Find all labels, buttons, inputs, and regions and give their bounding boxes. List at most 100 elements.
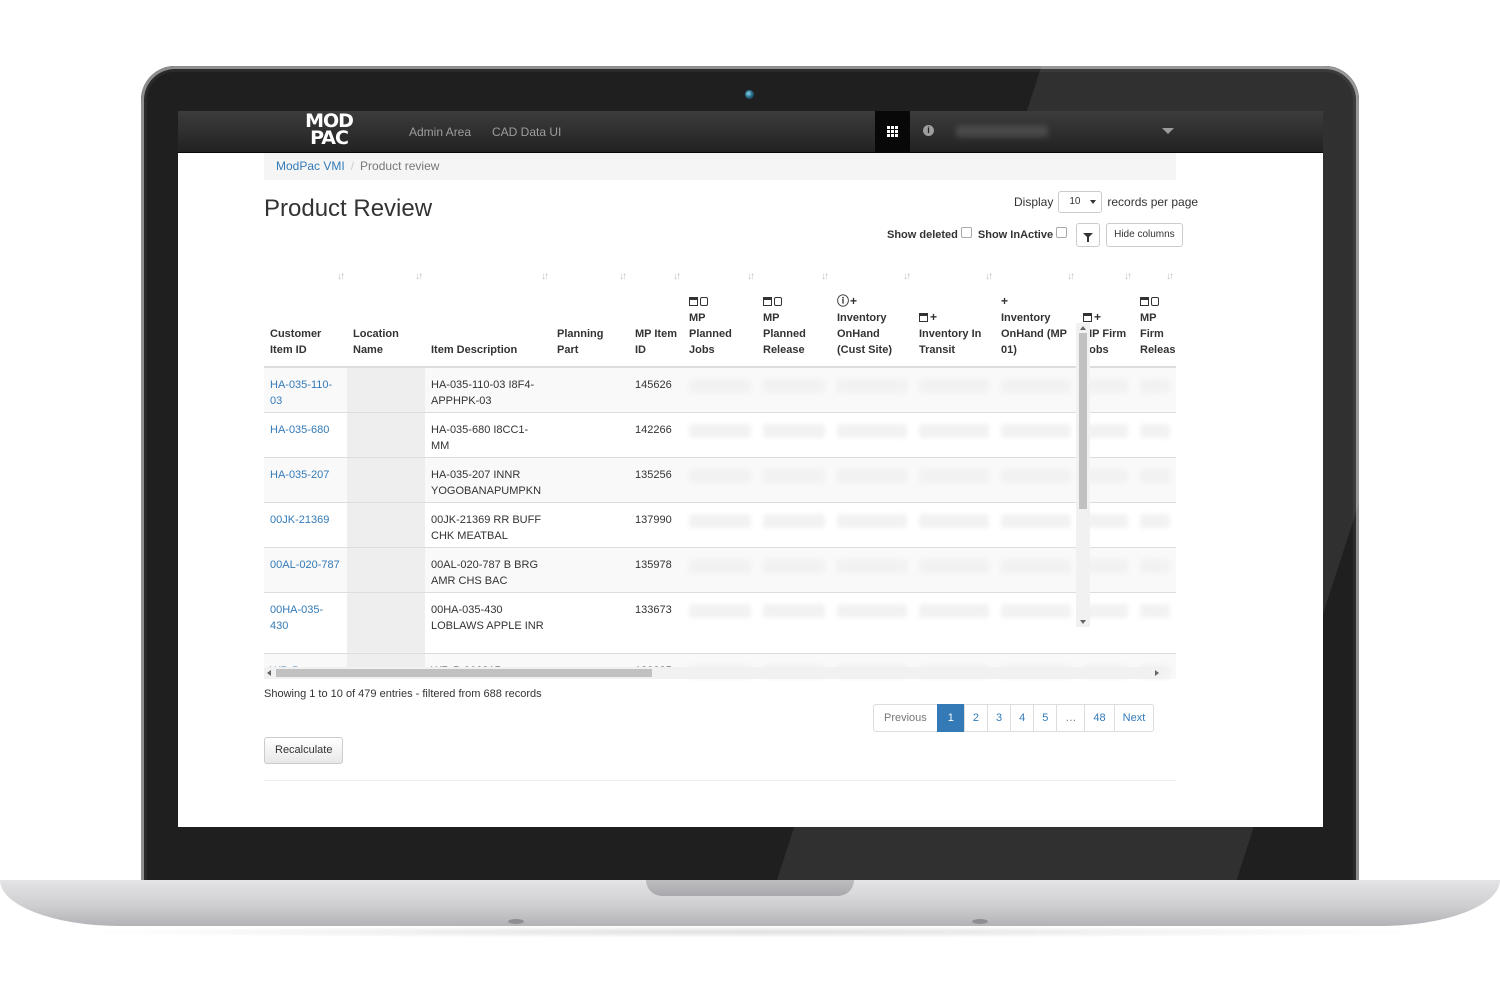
customer-item-link[interactable]: HA-035-680	[270, 424, 329, 436]
pagination-next[interactable]: Next	[1113, 704, 1155, 732]
nav-link-cad-data-ui[interactable]: CAD Data UI	[492, 125, 561, 139]
sort-icon[interactable]: ↓↑	[415, 269, 423, 285]
table-row[interactable]: 00AL-020-787 00AL-020-787 B BRG AMR CHS B…	[264, 546, 1176, 592]
cell-redacted	[757, 501, 831, 547]
square-icon	[1151, 297, 1159, 306]
customer-item-link[interactable]: 00HA-035-430	[270, 604, 323, 632]
table-row[interactable]: 00JK-21369 00JK-21369 RR BUFF CHK MEATBAL…	[264, 501, 1176, 547]
info-icon[interactable]: i	[923, 125, 934, 136]
table-header-row: ↓↑ Customer Item ID ↓↑ Location Name ↓↑ Item …	[264, 261, 1176, 368]
sort-icon[interactable]: ↓↑	[903, 269, 911, 285]
customer-item-link[interactable]: 00AL-020-787	[270, 559, 340, 571]
table-row[interactable]: 00HA-035-430 00HA-035-430 LOBLAWS APPLE I…	[264, 591, 1176, 653]
cell-redacted	[683, 366, 757, 412]
scroll-left-icon[interactable]	[267, 670, 271, 676]
sort-icon[interactable]: ↓↑	[1166, 269, 1174, 285]
sort-icon[interactable]: ↓↑	[985, 269, 993, 285]
redacted-value	[1001, 468, 1071, 483]
column-header[interactable]: ↓↑ + Inventory OnHand (MP 01)	[995, 261, 1077, 368]
page-size-value: 10	[1069, 196, 1081, 207]
chevron-down-icon[interactable]	[1162, 128, 1174, 134]
sort-icon[interactable]: ↓↑	[1124, 269, 1132, 285]
column-header[interactable]: ↓↑ Location Name	[347, 261, 425, 368]
cell-redacted	[683, 546, 757, 592]
cell-redacted	[831, 411, 913, 457]
horizontal-scroll-thumb[interactable]	[276, 669, 652, 677]
column-header[interactable]: ↓↑ MP Firm Releas	[1134, 261, 1176, 368]
sort-icon[interactable]: ↓↑	[1067, 269, 1075, 285]
horizontal-scrollbar[interactable]	[264, 667, 1162, 679]
pagination-page-2[interactable]: 2	[963, 704, 989, 732]
cell-mp-item-id: 137990	[629, 501, 683, 547]
column-header[interactable]: ↓↑ Planning Part	[551, 261, 629, 368]
column-header-label: Inventory OnHand (MP 01)	[1001, 312, 1067, 356]
sort-icon[interactable]: ↓↑	[673, 269, 681, 285]
table-row[interactable]: HA-035-110-03 HA-035-110-03 I8F4-APPHPK-0…	[264, 366, 1176, 412]
cell-redacted	[683, 501, 757, 547]
product-table: ↓↑ Customer Item ID ↓↑ Location Name ↓↑ Item …	[264, 261, 1176, 679]
pagination-previous[interactable]: Previous	[873, 704, 938, 732]
sort-icon[interactable]: ↓↑	[337, 269, 345, 285]
customer-item-link[interactable]: HA-035-110-03	[270, 379, 332, 407]
column-header[interactable]: ↓↑ MP Planned Release	[757, 261, 831, 368]
square-icon	[700, 297, 708, 306]
pagination-page-3[interactable]: 3	[987, 704, 1012, 732]
customer-item-link[interactable]: HA-035-207	[270, 469, 329, 481]
vertical-scrollbar[interactable]	[1076, 323, 1090, 627]
column-header[interactable]: ↓↑ MP Planned Jobs	[683, 261, 757, 368]
pagination-page-5[interactable]: 5	[1033, 704, 1058, 732]
cell-customer-item-id: HA-035-680	[264, 411, 347, 457]
show-deleted-checkbox[interactable]	[960, 226, 972, 238]
vertical-scroll-thumb[interactable]	[1079, 333, 1087, 509]
cell-redacted	[995, 501, 1077, 547]
cell-item-description: 00JK-21369 RR BUFF CHK MEATBAL	[425, 501, 551, 547]
cell-planning-part	[551, 456, 629, 502]
laptop-foot-left	[508, 919, 524, 924]
sort-icon[interactable]: ↓↑	[747, 269, 755, 285]
column-header-icons	[689, 294, 751, 310]
table-row[interactable]: HA-035-680 HA-035-680 I8CC1-MM 142266	[264, 411, 1176, 457]
hide-columns-button[interactable]: Hide columns	[1106, 223, 1183, 247]
cell-customer-item-id: 00JK-21369	[264, 501, 347, 547]
pagination-page-4[interactable]: 4	[1010, 704, 1035, 732]
cell-redacted	[1134, 591, 1176, 653]
sort-icon[interactable]: ↓↑	[821, 269, 829, 285]
filter-button[interactable]	[1076, 223, 1101, 247]
cell-redacted	[995, 591, 1077, 653]
breadcrumb-home[interactable]: ModPac VMI	[276, 159, 345, 173]
table-body: HA-035-110-03 HA-035-110-03 I8F4-APPHPK-0…	[264, 366, 1176, 679]
column-header-label: Customer Item ID	[270, 328, 322, 356]
cell-redacted	[913, 411, 995, 457]
page-size-select[interactable]: 10	[1058, 191, 1103, 213]
modpac-logo[interactable]: MOD PAC	[300, 112, 358, 151]
show-inactive-checkbox[interactable]	[1056, 226, 1068, 238]
pagination-page-1[interactable]: 1	[936, 704, 965, 732]
user-name-redacted[interactable]	[956, 125, 1048, 137]
cell-planning-part	[551, 591, 629, 653]
column-header[interactable]: ↓↑ + Inventory In Transit	[913, 261, 995, 368]
cell-redacted	[831, 456, 913, 502]
customer-item-link[interactable]: 00JK-21369	[270, 514, 329, 526]
apps-grid-button[interactable]	[875, 111, 910, 152]
column-header[interactable]: ↓↑ ⓘ+ Inventory OnHand (Cust Site)	[831, 261, 913, 368]
column-header[interactable]: ↓↑ MP Item ID	[629, 261, 683, 368]
recalculate-button[interactable]: Recalculate	[264, 737, 344, 764]
show-inactive-label: Show InActive	[977, 229, 1054, 241]
table-row[interactable]: HA-035-207 HA-035-207 INNR YOGOBANAPUMPKN…	[264, 456, 1176, 502]
cell-redacted	[831, 591, 913, 653]
column-header-label: MP Planned Jobs	[689, 312, 732, 356]
scroll-up-icon[interactable]	[1080, 326, 1086, 330]
redacted-value	[1140, 468, 1170, 483]
scroll-right-icon[interactable]	[1155, 670, 1159, 676]
column-header-label: Item Description	[431, 344, 518, 356]
redacted-value	[919, 603, 989, 618]
sort-icon[interactable]: ↓↑	[541, 269, 549, 285]
scroll-down-icon[interactable]	[1080, 620, 1086, 624]
breadcrumb-current: Product review	[360, 159, 440, 173]
column-header[interactable]: ↓↑ Customer Item ID	[264, 261, 347, 368]
cell-mp-item-id: 145626	[629, 366, 683, 412]
nav-link-admin-area[interactable]: Admin Area	[409, 125, 471, 139]
sort-icon[interactable]: ↓↑	[619, 269, 627, 285]
column-header[interactable]: ↓↑ Item Description	[425, 261, 551, 368]
pagination-page-48[interactable]: 48	[1084, 704, 1115, 732]
